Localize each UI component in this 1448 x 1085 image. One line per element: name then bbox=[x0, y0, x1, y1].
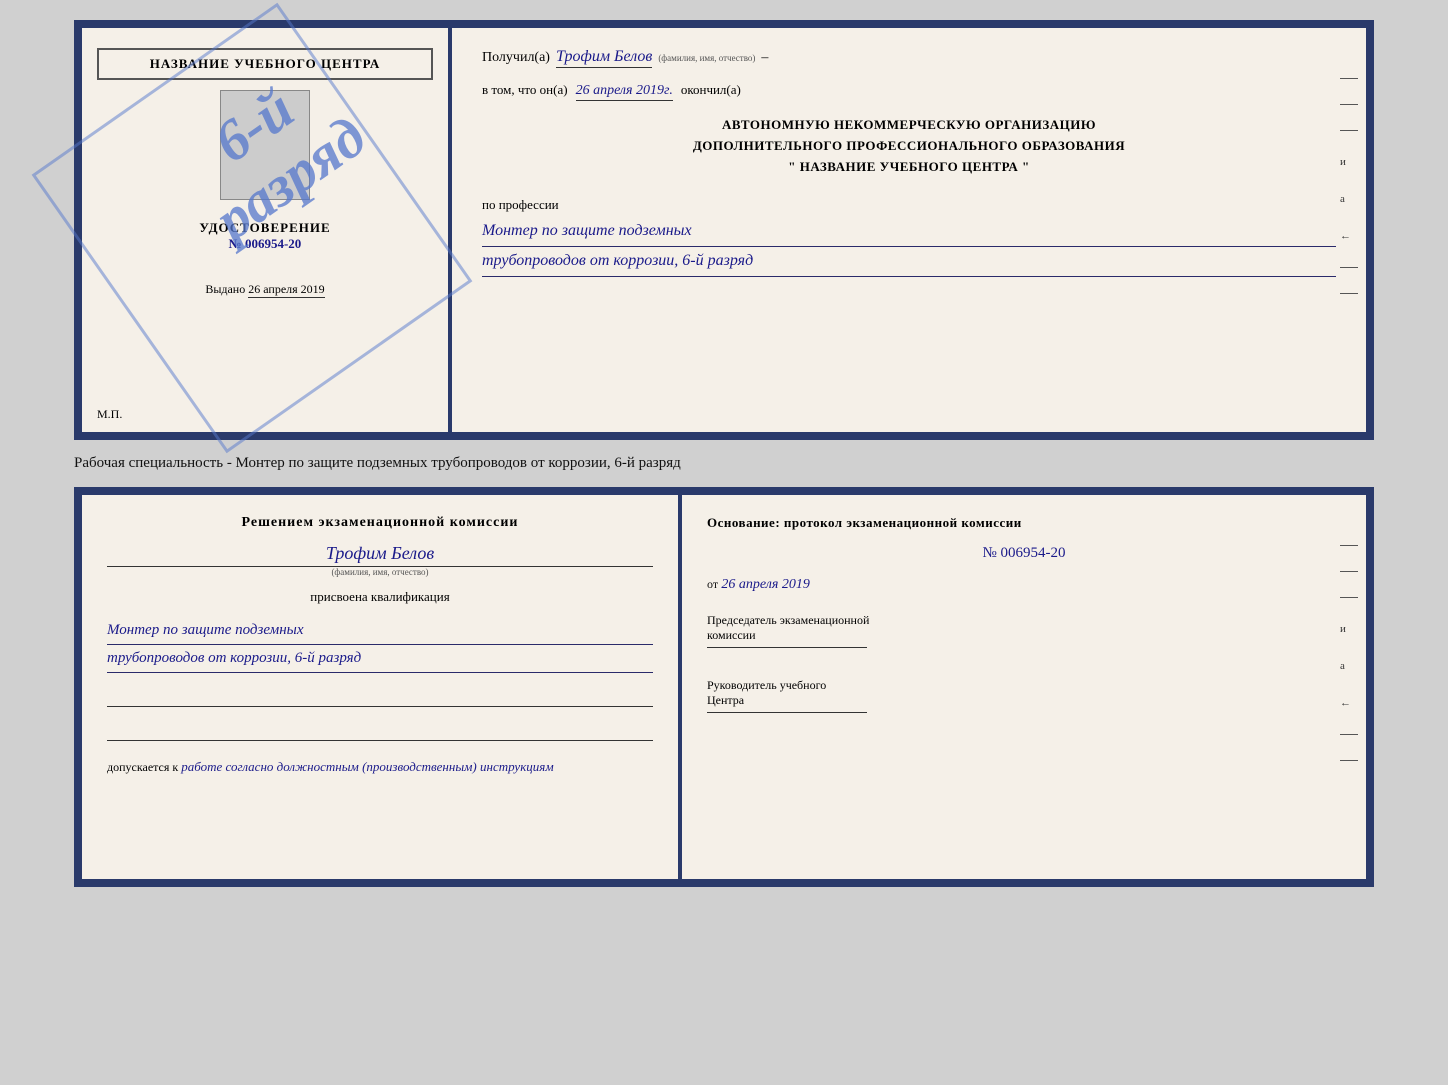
side-mark-8 bbox=[1340, 293, 1358, 294]
director-signature bbox=[707, 712, 867, 713]
director-line1: Руководитель учебного bbox=[707, 678, 1341, 693]
bottom-name: Трофим Белов bbox=[107, 543, 653, 567]
side-mark-b4: и bbox=[1340, 623, 1358, 635]
chairman-block: Председатель экзаменационной комиссии bbox=[707, 613, 1341, 648]
side-mark-1 bbox=[1340, 78, 1358, 79]
side-mark-b5: а bbox=[1340, 660, 1358, 672]
side-marks-top: и а ← bbox=[1340, 78, 1358, 294]
udost-block: УДОСТОВЕРЕНИЕ № 006954-20 bbox=[199, 220, 330, 252]
profession-line2: трубопроводов от коррозии, 6-й разряд bbox=[482, 247, 1336, 277]
side-mark-b2 bbox=[1340, 571, 1358, 572]
issued-date: Выдано 26 апреля 2019 bbox=[205, 282, 324, 297]
side-mark-5: а bbox=[1340, 193, 1358, 205]
udost-title: УДОСТОВЕРЕНИЕ bbox=[199, 220, 330, 236]
chairman-line2: комиссии bbox=[707, 628, 1341, 643]
org-line3: " НАЗВАНИЕ УЧЕБНОГО ЦЕНТРА " bbox=[482, 157, 1336, 178]
photo-placeholder bbox=[220, 90, 310, 200]
qual-line2: трубопроводов от коррозии, 6-й разряд bbox=[107, 645, 653, 673]
director-block: Руководитель учебного Центра bbox=[707, 678, 1341, 713]
cert-bottom-left: Решением экзаменационной комиссии Трофим… bbox=[82, 495, 682, 879]
received-sublabel: (фамилия, имя, отчество) bbox=[658, 53, 755, 63]
side-mark-b1 bbox=[1340, 545, 1358, 546]
qualification-block: Монтер по защите подземных трубопроводов… bbox=[107, 617, 653, 673]
date-line: в том, что он(а) 26 апреля 2019г. окончи… bbox=[482, 82, 1336, 101]
qual-line1: Монтер по защите подземных bbox=[107, 617, 653, 645]
cert-right-panel: Получил(а) Трофим Белов (фамилия, имя, о… bbox=[452, 28, 1366, 432]
basis-date-line: от 26 апреля 2019 bbox=[707, 576, 1341, 593]
qualification-label: присвоена квалификация bbox=[107, 589, 653, 605]
received-name: Трофим Белов bbox=[556, 48, 652, 68]
udost-num: № 006954-20 bbox=[199, 236, 330, 252]
basis-title: Основание: протокол экзаменационной коми… bbox=[707, 515, 1341, 531]
side-marks-bottom: и а ← bbox=[1340, 545, 1358, 761]
received-line: Получил(а) Трофим Белов (фамилия, имя, о… bbox=[482, 48, 1336, 68]
bottom-name-block: Трофим Белов (фамилия, имя, отчество) bbox=[107, 543, 653, 577]
side-mark-b8 bbox=[1340, 760, 1358, 761]
issued-prefix: Выдано bbox=[205, 282, 245, 296]
org-block: АВТОНОМНУЮ НЕКОММЕРЧЕСКУЮ ОРГАНИЗАЦИЮ ДО… bbox=[482, 115, 1336, 177]
chairman-signature bbox=[707, 647, 867, 648]
chairman-line1: Председатель экзаменационной bbox=[707, 613, 1341, 628]
in-that-prefix: в том, что он(а) bbox=[482, 82, 568, 98]
profession-line1: Монтер по защите подземных bbox=[482, 217, 1336, 247]
cert-bottom-right: Основание: протокол экзаменационной коми… bbox=[682, 495, 1366, 879]
org-line2: ДОПОЛНИТЕЛЬНОГО ПРОФЕССИОНАЛЬНОГО ОБРАЗО… bbox=[482, 136, 1336, 157]
side-mark-7 bbox=[1340, 267, 1358, 268]
cert-left-panel: НАЗВАНИЕ УЧЕБНОГО ЦЕНТРА УДОСТОВЕРЕНИЕ №… bbox=[82, 28, 452, 432]
side-mark-3 bbox=[1340, 130, 1358, 131]
side-mark-6: ← bbox=[1340, 230, 1358, 242]
allowed-prefix: допускается к bbox=[107, 760, 178, 774]
basis-num: № 006954-20 bbox=[707, 545, 1341, 562]
underline1 bbox=[107, 687, 653, 707]
side-mark-b3 bbox=[1340, 597, 1358, 598]
cert-title: НАЗВАНИЕ УЧЕБНОГО ЦЕНТРА bbox=[97, 48, 433, 80]
profession-prefix: по профессии bbox=[482, 197, 1336, 213]
basis-date-value: 26 апреля 2019 bbox=[721, 577, 809, 592]
specialty-label: Рабочая специальность - Монтер по защите… bbox=[74, 450, 1374, 477]
received-prefix: Получил(а) bbox=[482, 50, 550, 66]
side-mark-b6: ← bbox=[1340, 697, 1358, 709]
profession-block: по профессии Монтер по защите подземных … bbox=[482, 197, 1336, 277]
dash1: – bbox=[761, 50, 768, 66]
underline2 bbox=[107, 721, 653, 741]
side-mark-b7 bbox=[1340, 734, 1358, 735]
decision-title: Решением экзаменационной комиссии bbox=[107, 515, 653, 531]
side-mark-2 bbox=[1340, 104, 1358, 105]
director-line2: Центра bbox=[707, 693, 1341, 708]
finished-label: окончил(а) bbox=[681, 82, 741, 98]
bottom-name-label: (фамилия, имя, отчество) bbox=[107, 567, 653, 577]
org-line1: АВТОНОМНУЮ НЕКОММЕРЧЕСКУЮ ОРГАНИЗАЦИЮ bbox=[482, 115, 1336, 136]
allowed-block: допускается к работе согласно должностны… bbox=[107, 759, 653, 775]
certificate-top: НАЗВАНИЕ УЧЕБНОГО ЦЕНТРА УДОСТОВЕРЕНИЕ №… bbox=[74, 20, 1374, 440]
allowed-text: работе согласно должностным (производств… bbox=[181, 759, 553, 774]
basis-date-prefix: от bbox=[707, 577, 718, 591]
in-that-date: 26 апреля 2019г. bbox=[576, 83, 673, 101]
issued-date-value: 26 апреля 2019 bbox=[248, 282, 324, 298]
certificate-bottom: Решением экзаменационной комиссии Трофим… bbox=[74, 487, 1374, 887]
side-mark-4: и bbox=[1340, 156, 1358, 168]
mp-label: М.П. bbox=[97, 407, 122, 422]
